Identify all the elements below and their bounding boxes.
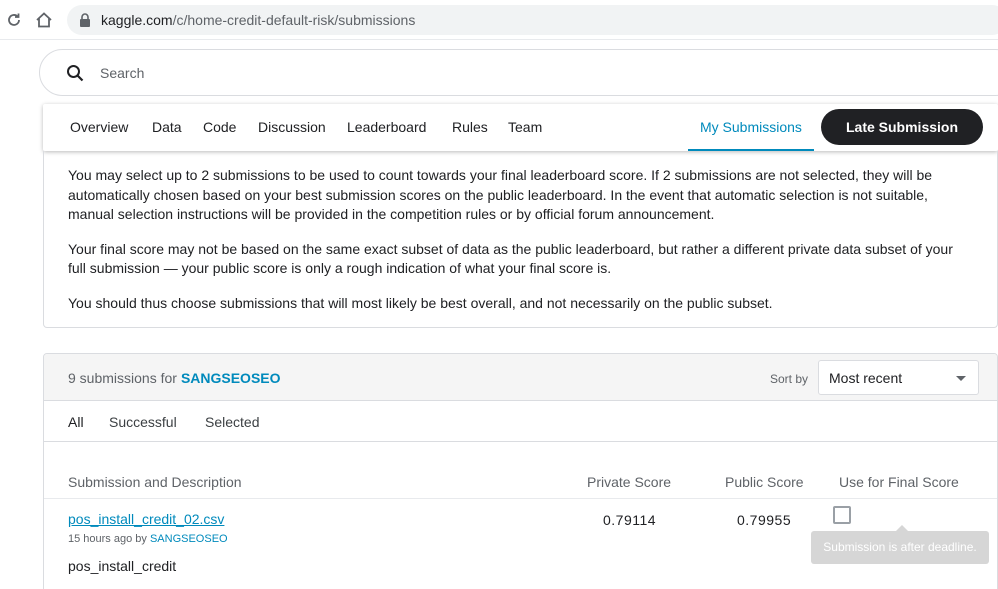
submissions-card: 9 submissions for SANGSEOSEO Sort by Most…: [43, 353, 998, 589]
lock-icon: [80, 13, 90, 27]
column-header-private-score: Private Score: [587, 474, 672, 490]
divider: [44, 498, 997, 499]
sort-label: Sort by: [770, 372, 809, 386]
browser-toolbar: kaggle.com/c/home-credit-default-risk/su…: [0, 0, 998, 40]
final-score-checkbox[interactable]: [833, 506, 851, 524]
deadline-tooltip: Submission is after deadline.: [811, 531, 989, 564]
caret-down-icon: [956, 376, 966, 381]
submissions-count: 9 submissions for SANGSEOSEO: [68, 370, 281, 386]
info-paragraph: You may select up to 2 submissions to be…: [68, 167, 933, 222]
tab-team[interactable]: Team: [508, 104, 542, 151]
submission-file-link[interactable]: pos_install_credit_02.csv: [68, 511, 224, 527]
submission-filters: All Successful Selected: [44, 401, 997, 442]
home-icon[interactable]: [33, 9, 55, 31]
submission-description: pos_install_credit: [68, 558, 177, 574]
search-icon: [67, 64, 84, 81]
tab-my-submissions[interactable]: My Submissions: [688, 104, 814, 151]
tab-data[interactable]: Data: [152, 104, 182, 151]
tab-leaderboard[interactable]: Leaderboard: [347, 104, 426, 151]
private-score: 0.79114: [603, 512, 657, 528]
tab-discussion[interactable]: Discussion: [258, 104, 326, 151]
tab-code[interactable]: Code: [203, 104, 236, 151]
late-submission-button[interactable]: Late Submission: [821, 109, 983, 145]
url-text: kaggle.com/c/home-credit-default-risk/su…: [101, 12, 416, 28]
search-input[interactable]: Search: [39, 49, 998, 96]
search-placeholder: Search: [100, 64, 145, 81]
sort-dropdown[interactable]: Most recent: [818, 360, 979, 395]
column-header-public-score: Public Score: [725, 474, 804, 490]
tab-rules[interactable]: Rules: [452, 104, 488, 151]
submission-info-card: You may select up to 2 submissions to be…: [43, 151, 998, 328]
filter-successful[interactable]: Successful: [109, 414, 177, 430]
submission-meta: 15 hours ago by SANGSEOSEO: [68, 533, 228, 545]
info-paragraph: You should thus choose submissions that …: [68, 294, 773, 311]
info-paragraph: Your final score may not be based on the…: [68, 240, 953, 277]
filter-selected[interactable]: Selected: [205, 414, 259, 430]
reload-icon[interactable]: [3, 9, 25, 31]
address-bar[interactable]: kaggle.com/c/home-credit-default-risk/su…: [67, 5, 998, 35]
submission-user-link[interactable]: SANGSEOSEO: [150, 533, 228, 545]
filter-all[interactable]: All: [68, 414, 84, 430]
tab-overview[interactable]: Overview: [70, 104, 128, 151]
competition-nav: Overview Data Code Discussion Leaderboar…: [43, 104, 998, 151]
column-header-final-score: Use for Final Score: [839, 474, 959, 490]
column-header-description: Submission and Description: [68, 474, 242, 490]
public-score: 0.79955: [737, 512, 792, 528]
user-link[interactable]: SANGSEOSEO: [181, 370, 281, 386]
submissions-header: 9 submissions for SANGSEOSEO Sort by Most…: [44, 354, 997, 401]
sort-value: Most recent: [829, 370, 903, 386]
